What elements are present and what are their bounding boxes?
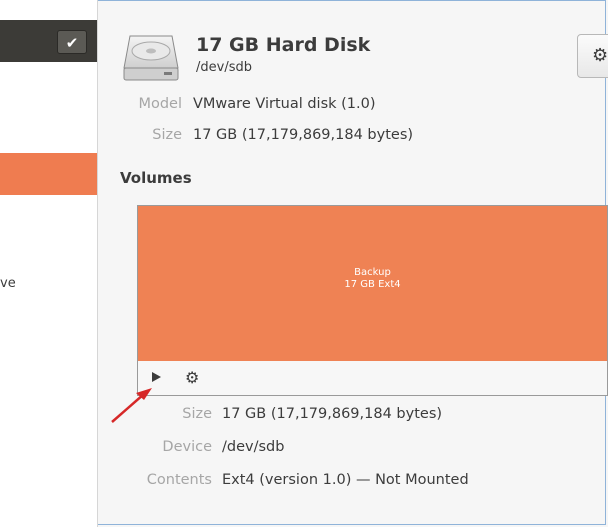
gears-icon[interactable]: ⚙ [185, 368, 199, 387]
disk-title: 17 GB Hard Disk [196, 34, 371, 56]
disk-size-label: Size [152, 127, 182, 143]
model-value: VMware Virtual disk (1.0) [193, 96, 376, 112]
contents-value: Ext4 (version 1.0) — Not Mounted [222, 472, 469, 488]
partition-name: Backup [354, 267, 391, 278]
contents-label: Contents [146, 472, 212, 488]
device-label: Device [162, 439, 212, 455]
check-button[interactable]: ✔ [57, 30, 87, 54]
partition-size-label: Size [182, 406, 212, 422]
volume-toolbar: ⚙ [138, 361, 607, 395]
partition-block[interactable]: Backup 17 GB Ext4 [138, 206, 607, 362]
sidebar-item-label: ve [0, 276, 16, 291]
sidebar-item-selected[interactable] [0, 153, 97, 195]
disk-device-path: /dev/sdb [196, 60, 252, 75]
sidebar: ✔ ve [0, 0, 98, 527]
hard-disk-icon [120, 30, 182, 84]
disk-size-value: 17 GB (17,179,869,184 bytes) [193, 127, 414, 143]
volume-map: Backup 17 GB Ext4 ⚙ [137, 205, 608, 396]
volumes-heading: Volumes [120, 169, 192, 187]
model-label: Model [138, 96, 182, 112]
partition-size: 17 GB Ext4 [344, 279, 401, 290]
device-value: /dev/sdb [222, 439, 285, 455]
annotation-arrow-icon [111, 388, 152, 423]
check-icon: ✔ [65, 34, 79, 52]
partition-size-value: 17 GB (17,179,869,184 bytes) [222, 406, 443, 422]
drive-settings-button[interactable]: ⚙ [577, 34, 608, 78]
gear-icon: ⚙ [592, 45, 608, 66]
